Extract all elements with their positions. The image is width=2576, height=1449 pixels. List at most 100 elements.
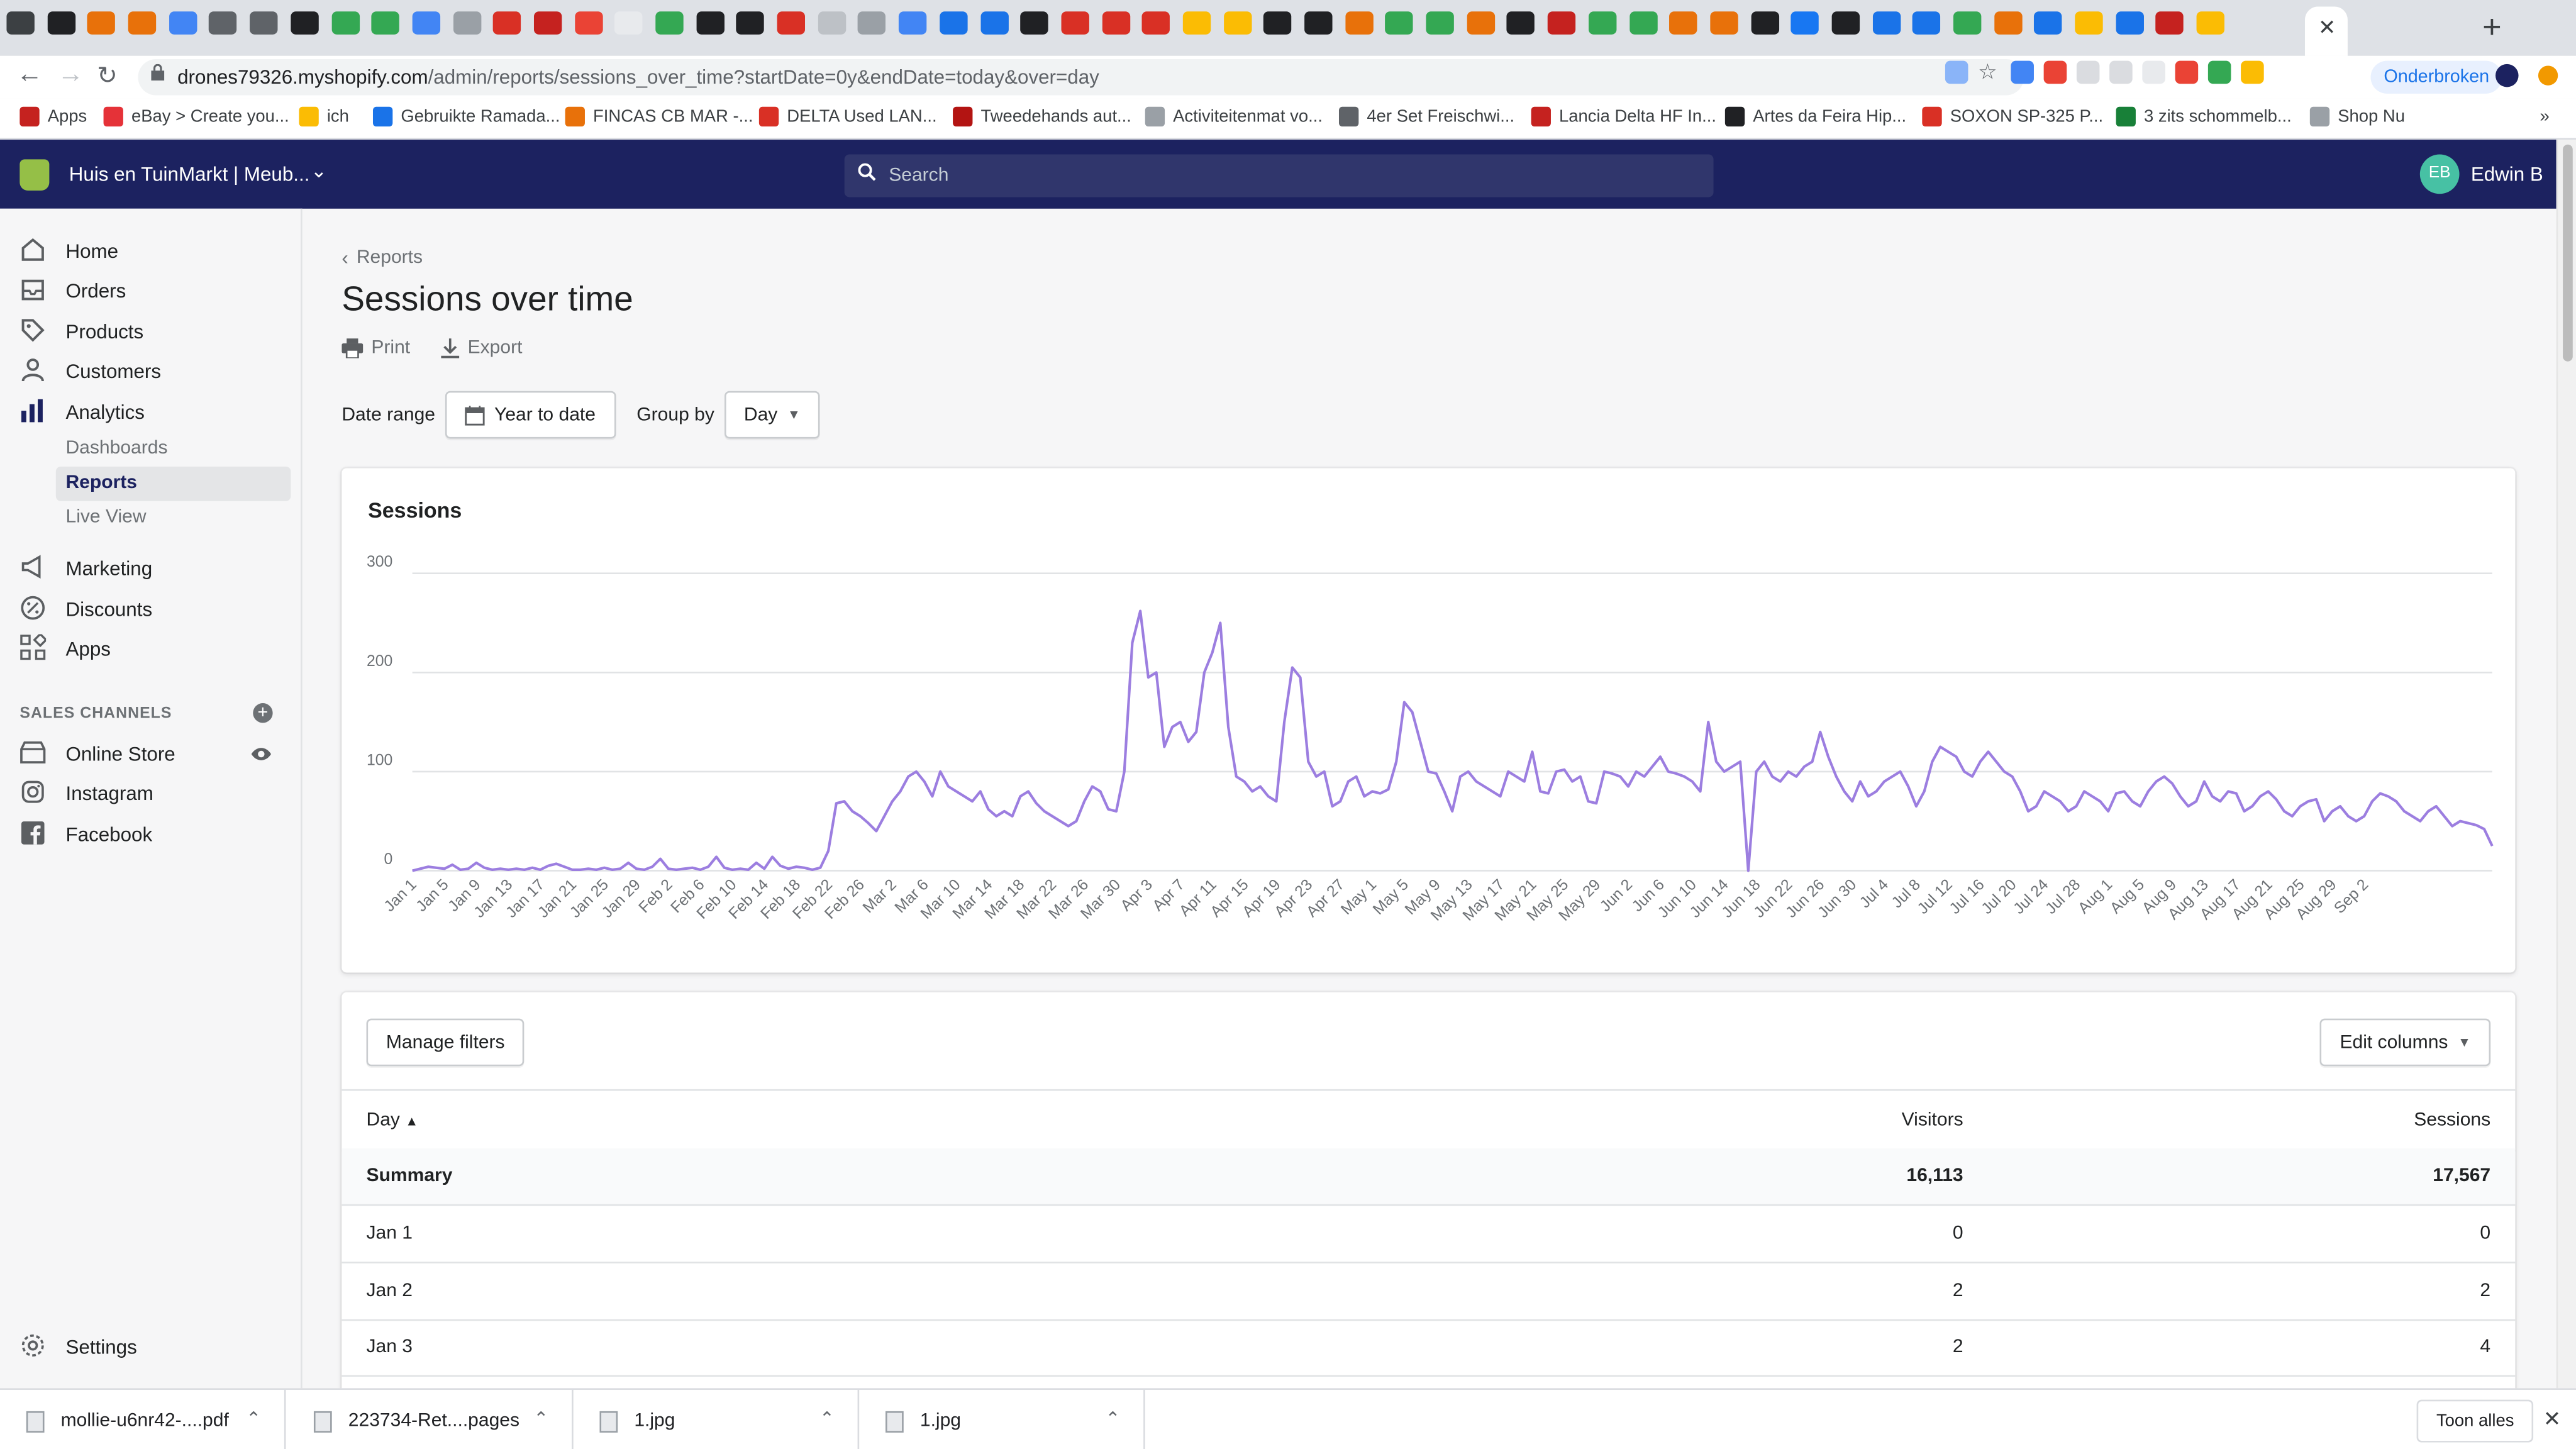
tab-favicon-icon[interactable] <box>1263 11 1292 35</box>
tab-favicon-icon[interactable] <box>818 11 846 35</box>
tab-favicon-icon[interactable] <box>980 11 1008 35</box>
chevron-up-icon[interactable]: ⌃ <box>533 1408 548 1429</box>
sidebar-item-products[interactable]: Products <box>0 314 301 350</box>
tab-favicon-icon[interactable] <box>1345 11 1374 35</box>
tab-close-icon[interactable]: ✕ <box>2318 15 2336 42</box>
bookmark-item[interactable]: Tweedehands aut... <box>953 106 1131 127</box>
tab-favicon-icon[interactable] <box>371 11 400 35</box>
print-button[interactable]: Print <box>341 338 410 358</box>
tab-favicon-icon[interactable] <box>1750 11 1779 35</box>
tab-favicon-icon[interactable] <box>574 11 602 35</box>
tab-favicon-icon[interactable] <box>1182 11 1211 35</box>
chevron-up-icon[interactable]: ⌃ <box>819 1408 835 1429</box>
new-tab-icon[interactable]: + <box>2482 10 2502 48</box>
tab-favicon-icon[interactable] <box>1304 11 1333 35</box>
tab-favicon-icon[interactable] <box>2156 11 2184 35</box>
extension-icon[interactable] <box>2142 60 2165 84</box>
sidebar-item-live-view[interactable]: Live View <box>56 501 291 536</box>
tab-favicon-icon[interactable] <box>939 11 968 35</box>
manage-filters-button[interactable]: Manage filters <box>366 1018 525 1067</box>
tab-favicon-icon[interactable] <box>2075 11 2103 35</box>
export-button[interactable]: Export <box>440 338 522 358</box>
sidebar-item-instagram[interactable]: Instagram <box>0 775 301 811</box>
show-all-downloads-button[interactable]: Toon alles <box>2416 1399 2534 1443</box>
tab-favicon-icon[interactable] <box>736 11 765 35</box>
tab-favicon-icon[interactable] <box>1507 11 1535 35</box>
profile-avatar-icon[interactable] <box>2496 64 2519 87</box>
sidebar-item-analytics[interactable]: Analytics <box>0 394 301 430</box>
sidebar-item-settings[interactable]: Settings <box>0 1329 301 1365</box>
bookmark-item[interactable]: ich <box>299 106 349 127</box>
edit-columns-button[interactable]: Edit columns ▼ <box>2320 1018 2491 1067</box>
extension-icon[interactable] <box>2241 60 2264 84</box>
update-icon[interactable] <box>2538 65 2558 86</box>
tab-favicon-icon[interactable] <box>899 11 927 35</box>
tab-favicon-icon[interactable] <box>655 11 684 35</box>
store-name[interactable]: Huis en TuinMarkt | Meub... <box>69 163 310 186</box>
close-icon[interactable]: ✕ <box>2543 1406 2561 1433</box>
tab-favicon-icon[interactable] <box>250 11 278 35</box>
group-by-select[interactable]: Day ▼ <box>724 391 821 439</box>
tab-favicon-icon[interactable] <box>1872 11 1901 35</box>
sidebar-item-orders[interactable]: Orders <box>0 273 301 309</box>
extension-icon[interactable] <box>2011 60 2034 84</box>
bookmarks-overflow-icon[interactable]: » <box>2540 107 2550 126</box>
tab-favicon-icon[interactable] <box>858 11 887 35</box>
tab-favicon-icon[interactable] <box>1629 11 1657 35</box>
tab-favicon-icon[interactable] <box>777 11 806 35</box>
sidebar-item-marketing[interactable]: Marketing <box>0 550 301 586</box>
tab-favicon-icon[interactable] <box>412 11 440 35</box>
download-item[interactable]: 1.jpg ⌃ <box>574 1389 860 1449</box>
bookmark-item[interactable]: Gebruikte Ramada... <box>372 106 560 127</box>
column-header-sessions[interactable]: Sessions <box>2414 1111 2490 1130</box>
tab-favicon-icon[interactable] <box>1994 11 2022 35</box>
bookmark-item[interactable]: Lancia Delta HF In... <box>1531 106 1716 127</box>
tab-favicon-icon[interactable] <box>1020 11 1049 35</box>
extension-icon[interactable] <box>2109 60 2133 84</box>
tab-favicon-icon[interactable] <box>47 11 75 35</box>
reload-icon[interactable]: ↻ <box>97 61 118 90</box>
tab-favicon-icon[interactable] <box>1061 11 1089 35</box>
bookmark-item[interactable]: 3 zits schommelb... <box>2116 106 2292 127</box>
shopify-logo-icon[interactable] <box>19 159 50 191</box>
bookmark-item[interactable]: 4er Set Freischwi... <box>1338 106 1514 127</box>
tab-favicon-icon[interactable] <box>452 11 481 35</box>
sidebar-item-reports[interactable]: Reports <box>55 466 291 501</box>
extension-icon[interactable] <box>2043 60 2067 84</box>
bookmark-item[interactable]: DELTA Used LAN... <box>758 106 937 127</box>
date-range-button[interactable]: Year to date <box>445 391 616 439</box>
avatar[interactable]: EB <box>2419 154 2460 194</box>
tab-favicon-icon[interactable] <box>533 11 562 35</box>
eye-icon[interactable] <box>250 746 273 762</box>
user-name[interactable]: Edwin B <box>2471 163 2543 186</box>
chevron-up-icon[interactable]: ⌃ <box>1105 1408 1120 1429</box>
bookmark-item[interactable]: Activiteitenmat vo... <box>1145 106 1323 127</box>
tab-favicon-icon[interactable] <box>1588 11 1616 35</box>
bookmark-item[interactable]: Shop Nu <box>2309 106 2405 127</box>
sidebar-item-online-store[interactable]: Online Store <box>0 736 301 772</box>
tab-favicon-icon[interactable] <box>1385 11 1414 35</box>
bookmark-item[interactable]: Artes da Feira Hip... <box>1724 106 1906 127</box>
add-channel-icon[interactable]: + <box>253 703 273 723</box>
tab-favicon-icon[interactable] <box>1791 11 1819 35</box>
tab-favicon-icon[interactable] <box>331 11 359 35</box>
tab-favicon-icon[interactable] <box>696 11 724 35</box>
tab-favicon-icon[interactable] <box>1953 11 1982 35</box>
star-icon[interactable]: ☆ <box>1978 60 2001 84</box>
tab-favicon-icon[interactable] <box>128 11 157 35</box>
bookmark-item[interactable]: FINCAS CB MAR -... <box>565 106 753 127</box>
download-item[interactable]: 1.jpg ⌃ <box>859 1389 1145 1449</box>
tab-favicon-icon[interactable] <box>614 11 643 35</box>
download-item[interactable]: 223734-Ret....pages ⌃ <box>287 1389 574 1449</box>
profile-button[interactable]: Onderbroken <box>2370 60 2503 94</box>
bookmark-item[interactable]: eBay > Create you... <box>103 106 289 127</box>
tab-favicon-icon[interactable] <box>1831 11 1860 35</box>
bookmark-item[interactable]: SOXON SP-325 P... <box>1922 106 2103 127</box>
extension-icon[interactable] <box>2175 60 2199 84</box>
extension-icon[interactable] <box>2207 60 2231 84</box>
tab-favicon-icon[interactable] <box>2034 11 2063 35</box>
tab-favicon-icon[interactable] <box>1467 11 1495 35</box>
tab-favicon-icon[interactable] <box>6 11 35 35</box>
translate-icon[interactable] <box>1945 60 1968 84</box>
chevron-up-icon[interactable]: ⌃ <box>246 1408 261 1429</box>
